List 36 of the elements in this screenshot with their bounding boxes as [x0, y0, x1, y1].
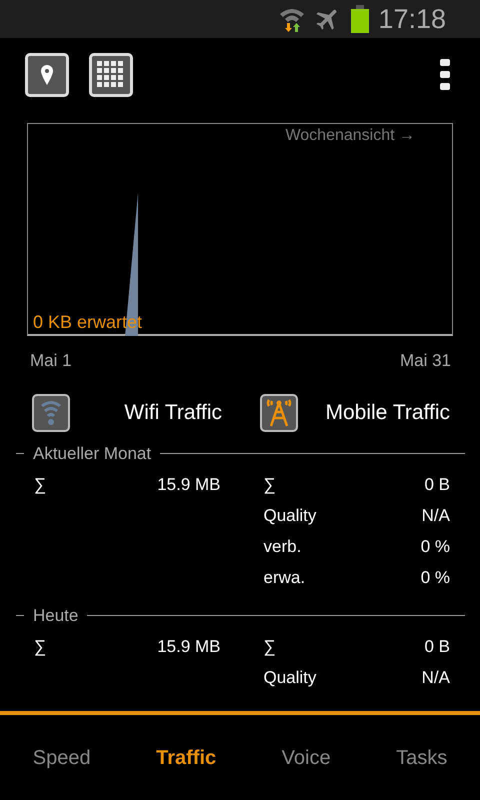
antenna-tower-icon [260, 394, 298, 432]
stat-label: ∑ [34, 636, 46, 658]
column-heading: Wifi Traffic [124, 400, 222, 426]
stat-label: verb. [264, 536, 302, 558]
wifi-signal-icon [32, 394, 70, 432]
stat-label: ∑ [264, 474, 276, 496]
location-pin-icon [40, 64, 54, 86]
menu-icon [440, 59, 450, 91]
stat-label: Quality [264, 667, 316, 690]
section-title: Heute [33, 604, 78, 627]
stat-value: 0 B [424, 636, 450, 658]
stat-value: N/A [422, 667, 450, 690]
stat-value: 15.9 MB [157, 474, 220, 496]
tab[interactable]: Voice [282, 742, 331, 772]
location-pin-button[interactable] [25, 53, 69, 97]
week-view-link[interactable]: Wochenansicht → [285, 124, 415, 148]
axis-label: Mai 1 [30, 350, 72, 372]
stat-value: 15.9 MB [157, 636, 220, 658]
tab[interactable]: Speed [32, 742, 91, 772]
grid-icon [96, 60, 126, 90]
clock-time: 17:18 [378, 2, 446, 36]
stat-label: ∑ [264, 636, 276, 658]
column-heading: Mobile Traffic [326, 400, 450, 426]
axis-label: Mai 31 [400, 350, 451, 372]
stat-value: 0 B [424, 474, 450, 496]
stat-value: N/A [422, 505, 450, 528]
calendar-grid-button[interactable] [89, 53, 133, 97]
tab[interactable]: Tasks [396, 742, 448, 772]
stat-label: erwa. [264, 567, 306, 590]
section-title: Aktueller Monat [33, 442, 152, 465]
stat-value: 0 % [420, 536, 450, 558]
stat-label: Quality [264, 505, 316, 528]
stat-value: 0 % [420, 567, 450, 590]
stat-label: ∑ [34, 474, 46, 496]
tab[interactable]: Traffic [156, 742, 216, 772]
battery-icon [350, 5, 370, 33]
